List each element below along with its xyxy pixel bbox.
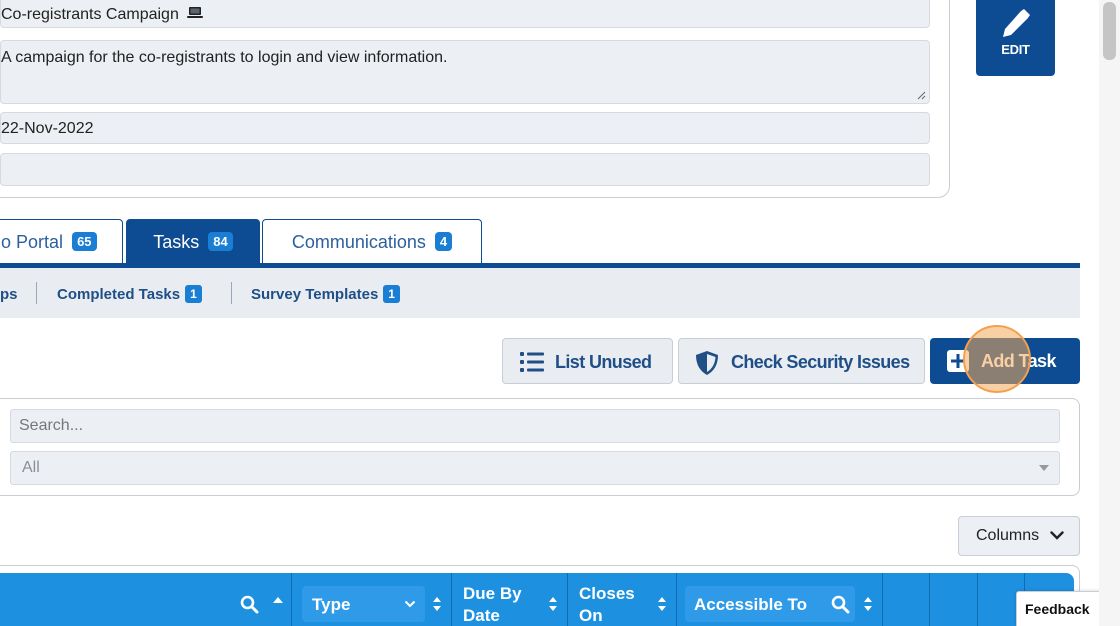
header-divider	[676, 573, 677, 626]
scrollbar-thumb[interactable]	[1103, 2, 1116, 60]
tab-tasks-label: Tasks	[153, 232, 200, 252]
tab-communications-count: 4	[434, 232, 453, 251]
header-closes-on: Closes On	[579, 584, 635, 625]
edit-button[interactable]: EDIT	[976, 0, 1055, 76]
check-security-button[interactable]: Check Security Issues	[678, 338, 925, 384]
chevron-down-icon	[404, 600, 416, 608]
header-due-by-date: Due By Date	[463, 584, 522, 625]
filter-select[interactable]: All	[10, 451, 1060, 485]
edit-label: EDIT	[1001, 42, 1030, 57]
subnav-completed-count: 1	[185, 285, 202, 303]
subnav-item-completed-tasks[interactable]: Completed Tasks 1	[57, 268, 202, 318]
subnav-item-survey-templates[interactable]: Survey Templates 1	[251, 268, 400, 318]
campaign-name-field[interactable]: Co-registrants Campaign	[0, 0, 930, 28]
campaign-description-value: A campaign for the co-registrants to log…	[1, 49, 448, 66]
shield-icon	[696, 351, 718, 375]
campaign-date-value: 22-Nov-2022	[1, 120, 94, 137]
check-security-label: Check Security Issues	[731, 352, 910, 372]
page: Co-registrants Campaign A campaign for t…	[0, 0, 1120, 626]
list-unused-label: List Unused	[555, 352, 652, 372]
header-type: Type	[312, 595, 351, 614]
search-input[interactable]	[10, 409, 1060, 443]
header-divider	[291, 573, 292, 626]
campaign-extra-field[interactable]	[0, 153, 930, 186]
sort-icon[interactable]	[432, 595, 442, 613]
tab-portal-label: o Portal	[1, 232, 64, 252]
columns-label: Columns	[976, 527, 1040, 544]
add-task-label: Add Task	[981, 351, 1056, 371]
campaign-date-field[interactable]: 22-Nov-2022	[0, 112, 930, 144]
feedback-label: Feedback	[1025, 601, 1090, 617]
caret-down-icon	[1039, 465, 1049, 471]
tab-portal-count: 65	[72, 232, 97, 251]
resize-grip-icon[interactable]	[916, 90, 926, 100]
columns-button[interactable]: Columns	[958, 516, 1080, 556]
sort-icon[interactable]	[863, 595, 873, 613]
list-icon	[520, 352, 544, 372]
search-icon[interactable]	[240, 595, 259, 614]
pencil-icon	[1003, 9, 1030, 37]
sub-navigation: ps Completed Tasks 1 Survey Templates 1	[0, 268, 1080, 318]
sort-icon[interactable]	[548, 595, 558, 613]
tab-tasks-count: 84	[208, 232, 233, 251]
tab-communications-label: Communications	[291, 232, 426, 252]
scrollbar-track[interactable]	[1099, 0, 1120, 626]
header-divider	[882, 573, 883, 626]
header-accessible-to: Accessible To	[694, 595, 808, 614]
subnav-completed-label: Completed Tasks	[57, 286, 181, 303]
tab-tasks[interactable]: Tasks 84	[126, 219, 260, 264]
list-unused-button[interactable]: List Unused	[502, 338, 673, 384]
filter-select-value: All	[22, 459, 40, 476]
header-divider	[451, 573, 452, 626]
campaign-name-value: Co-registrants Campaign	[1, 6, 179, 24]
header-divider	[567, 573, 568, 626]
chevron-down-icon	[1050, 531, 1064, 540]
sort-icon[interactable]	[657, 595, 667, 613]
subnav-divider	[36, 282, 37, 304]
add-task-button[interactable]: Add Task	[930, 338, 1080, 384]
sort-up-icon[interactable]	[272, 596, 284, 604]
subnav-divider	[231, 282, 232, 304]
main-tabs: o Portal 65 Tasks 84 Communications 4	[0, 219, 1080, 264]
plus-square-icon	[947, 350, 969, 372]
tab-communications[interactable]: Communications 4	[262, 219, 482, 264]
campaign-description-field[interactable]: A campaign for the co-registrants to log…	[0, 40, 930, 104]
laptop-icon	[187, 0, 204, 39]
tab-portal[interactable]: o Portal 65	[0, 219, 123, 264]
subnav-survey-label: Survey Templates	[251, 286, 379, 303]
search-icon[interactable]	[831, 595, 850, 614]
table-header	[0, 573, 1074, 626]
header-divider	[929, 573, 930, 626]
header-divider	[977, 573, 978, 626]
subnav-item-ps[interactable]: ps	[0, 268, 18, 318]
subnav-survey-count: 1	[383, 285, 400, 303]
subnav-ps-label: ps	[0, 286, 18, 303]
